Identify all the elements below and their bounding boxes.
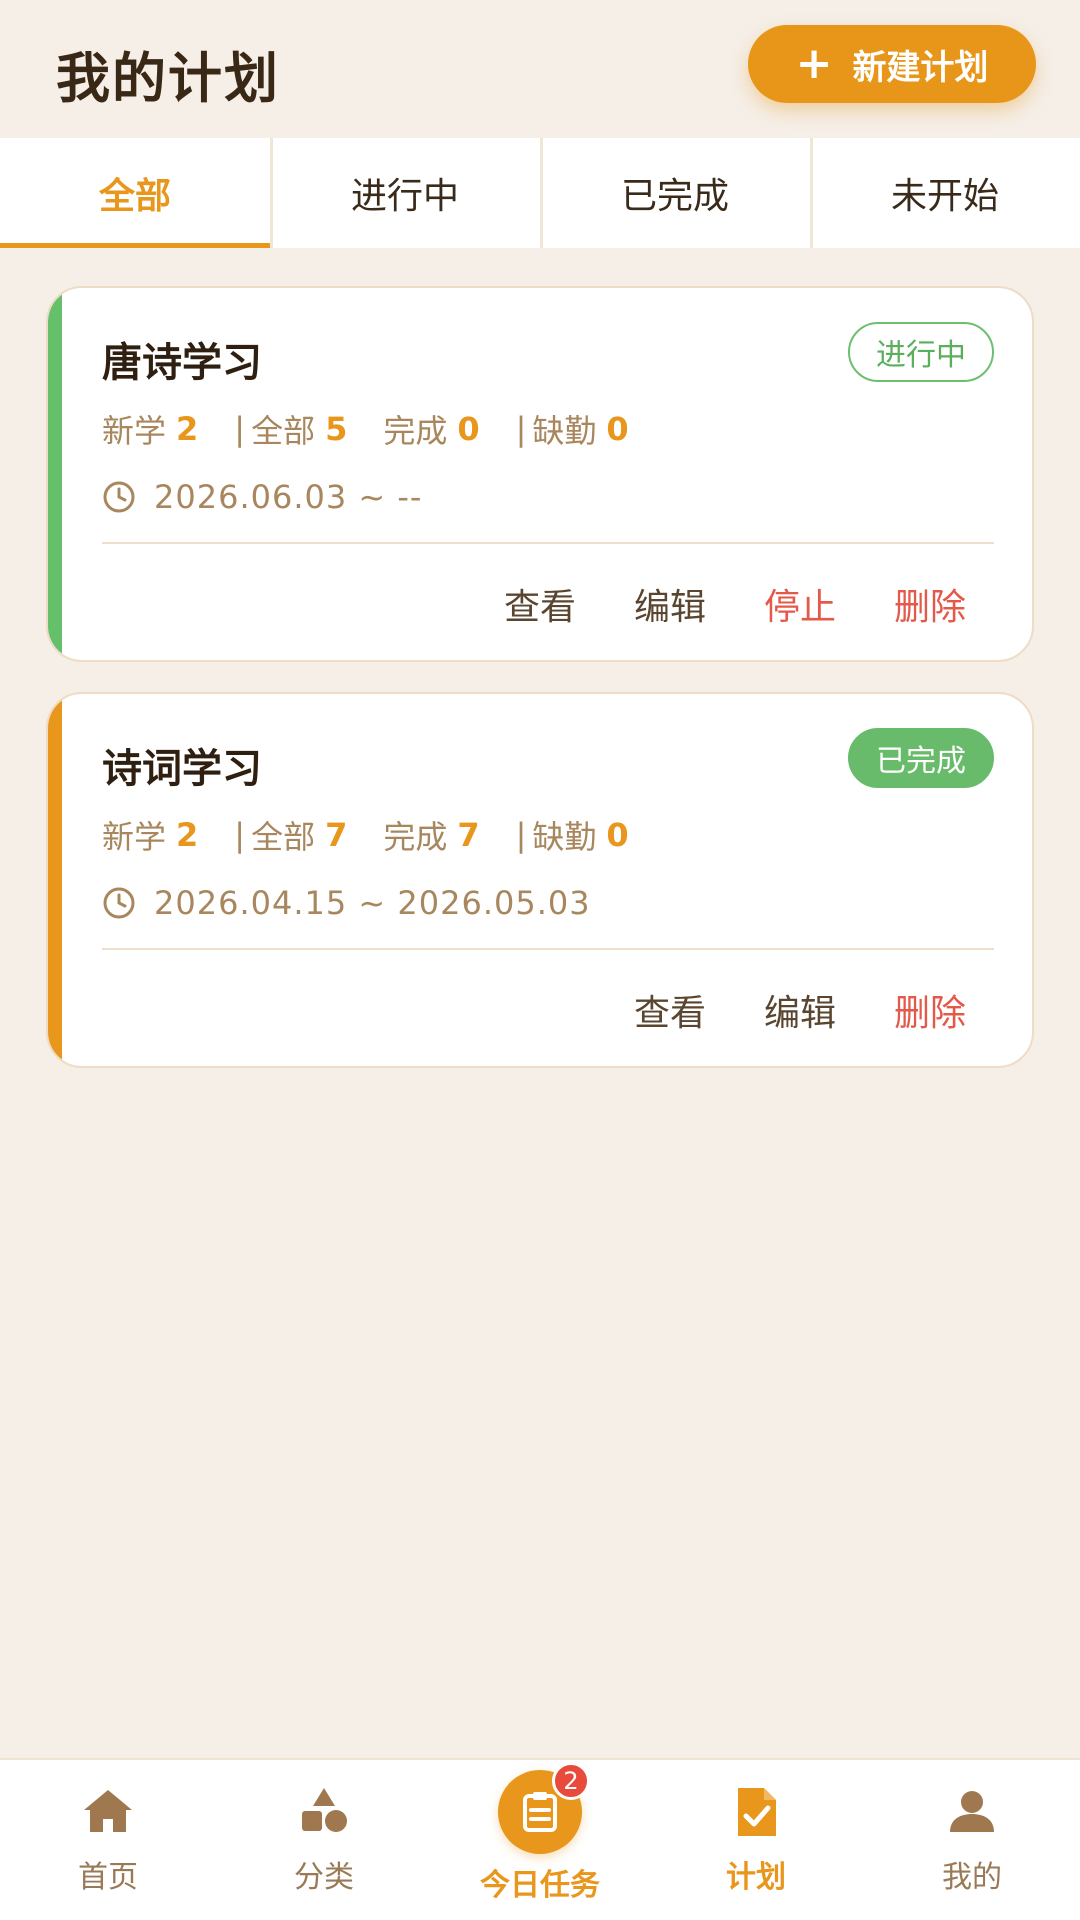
delete-button[interactable]: 删除 xyxy=(894,984,966,1036)
status-stripe xyxy=(48,288,62,660)
tab-all[interactable]: 全部 xyxy=(0,138,270,248)
stat-separator: | xyxy=(234,410,246,448)
page-title: 我的计划 xyxy=(56,47,280,110)
plan-title: 诗词学习 xyxy=(102,746,262,792)
stat-separator: | xyxy=(515,410,527,448)
date-range: 2026.06.03 ~ -- xyxy=(102,478,422,516)
filter-tabs: 全部 进行中 已完成 未开始 xyxy=(0,138,1080,248)
home-icon xyxy=(84,1790,132,1832)
user-icon xyxy=(950,1791,994,1832)
new-plan-button[interactable]: + 新建计划 xyxy=(748,25,1036,103)
card-actions: 查看 编辑 停止 删除 xyxy=(446,578,966,630)
nav-today-tasks[interactable]: 2 今日任务 xyxy=(432,1760,648,1920)
clipboard-icon xyxy=(523,1792,557,1832)
plan-doc-icon xyxy=(738,1788,776,1836)
nav-home[interactable]: 首页 xyxy=(0,1760,216,1920)
stat-done: 完成 0 xyxy=(383,410,480,450)
task-count-badge: 2 xyxy=(552,1762,590,1800)
clock-icon xyxy=(103,887,135,919)
bottom-nav: 首页 分类 2 今日任务 计划 我的 xyxy=(0,1758,1080,1920)
plan-stats: 新学 2 | 全部 7 完成 7 | 缺勤 0 xyxy=(102,812,629,858)
card-actions: 查看 编辑 删除 xyxy=(576,984,966,1036)
stat-done: 完成 7 xyxy=(383,816,480,856)
header: 我的计划 + 新建计划 xyxy=(0,0,1080,138)
stat-new: 新学 2 xyxy=(102,410,199,450)
nav-mine[interactable]: 我的 xyxy=(864,1760,1080,1920)
tab-not-started[interactable]: 未开始 xyxy=(810,138,1080,248)
stop-button[interactable]: 停止 xyxy=(764,578,836,630)
tab-in-progress[interactable]: 进行中 xyxy=(270,138,540,248)
plus-icon: + xyxy=(795,38,833,89)
nav-plan[interactable]: 计划 xyxy=(648,1760,864,1920)
plan-card[interactable]: 唐诗学习 进行中 新学 2 | 全部 5 完成 0 | 缺勤 0 2026.06… xyxy=(46,286,1034,662)
stat-separator: | xyxy=(234,816,246,854)
delete-button[interactable]: 删除 xyxy=(894,578,966,630)
stat-separator: | xyxy=(515,816,527,854)
clock-icon xyxy=(103,481,135,513)
new-plan-label: 新建计划 xyxy=(852,47,989,88)
stat-absent: 缺勤 0 xyxy=(532,410,629,450)
status-stripe xyxy=(48,694,62,1066)
stat-total: 全部 5 xyxy=(251,410,348,450)
stat-new: 新学 2 xyxy=(102,816,199,856)
card-divider xyxy=(102,948,994,950)
status-badge: 已完成 xyxy=(848,728,994,788)
stat-total: 全部 7 xyxy=(251,816,348,856)
plan-card[interactable]: 诗词学习 已完成 新学 2 | 全部 7 完成 7 | 缺勤 0 2026.04… xyxy=(46,692,1034,1068)
edit-button[interactable]: 编辑 xyxy=(764,984,836,1036)
plan-stats: 新学 2 | 全部 5 完成 0 | 缺勤 0 xyxy=(102,406,629,452)
view-button[interactable]: 查看 xyxy=(634,984,706,1036)
date-range: 2026.04.15 ~ 2026.05.03 xyxy=(102,884,591,922)
stat-absent: 缺勤 0 xyxy=(532,816,629,856)
edit-button[interactable]: 编辑 xyxy=(634,578,706,630)
tab-completed[interactable]: 已完成 xyxy=(540,138,810,248)
card-divider xyxy=(102,542,994,544)
status-badge: 进行中 xyxy=(848,322,994,382)
nav-category[interactable]: 分类 xyxy=(216,1760,432,1920)
plan-title: 唐诗学习 xyxy=(102,340,262,386)
view-button[interactable]: 查看 xyxy=(504,578,576,630)
shapes-icon xyxy=(302,1788,347,1832)
